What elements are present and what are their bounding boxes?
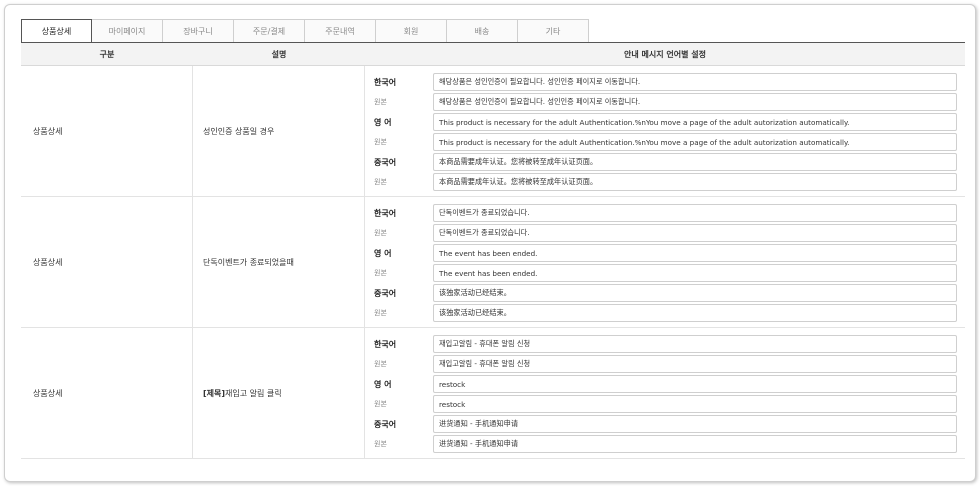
header-category: 구분 <box>99 49 115 59</box>
row-category: 상품상세 <box>21 197 193 327</box>
lang-label-english: 영 어 <box>374 248 392 258</box>
original-value-korean: 단독이벤트가 종료되었습니다. <box>433 224 957 242</box>
header-settings: 안내 메시지 언어별 설정 <box>624 49 706 59</box>
row-description: 단독이벤트가 종료되었을때 <box>193 197 365 327</box>
table-row: 상품상세 [제목] 재입고 알림 클릭 한국어 재입고알림 - 휴대폰 알림 신청… <box>21 328 965 459</box>
original-value-english: This product is necessary for the adult … <box>433 133 957 151</box>
message-input-chinese[interactable]: 该独家活动已经结束。 <box>433 284 957 302</box>
original-label: 원본 <box>374 440 387 448</box>
table-row: 상품상세 성인인증 상품일 경우 한국어해당상품은 성인인증이 필요합니다. 성… <box>21 66 965 197</box>
row-category: 상품상세 <box>21 328 193 458</box>
original-label: 원본 <box>374 360 387 368</box>
tab-order-payment[interactable]: 주문/결제 <box>234 19 305 43</box>
message-input-korean[interactable]: 단독이벤트가 종료되었습니다. <box>433 204 957 222</box>
original-label: 원본 <box>374 400 387 408</box>
message-input-chinese[interactable]: 本商品需要成年认证。您将被转至成年认证页面。 <box>433 153 957 171</box>
lang-label-english: 영 어 <box>374 117 392 127</box>
message-input-english[interactable]: restock <box>433 375 957 393</box>
lang-label-chinese: 중국어 <box>374 288 397 298</box>
original-label: 원본 <box>374 309 387 317</box>
original-label: 원본 <box>374 98 387 106</box>
row-description: [제목] 재입고 알림 클릭 <box>193 328 365 458</box>
row-category: 상품상세 <box>21 66 193 196</box>
lang-label-korean: 한국어 <box>374 77 397 87</box>
message-input-korean[interactable]: 재입고알림 - 휴대폰 알림 신청 <box>433 335 957 353</box>
original-label: 원본 <box>374 138 387 146</box>
original-label: 원본 <box>374 229 387 237</box>
original-label: 원본 <box>374 269 387 277</box>
lang-label-english: 영 어 <box>374 379 392 389</box>
message-input-english[interactable]: This product is necessary for the adult … <box>433 113 957 131</box>
window-frame: 상품상세 마이페이지 장바구니 주문/결제 주문내역 회원 배송 기타 구분 설… <box>4 4 976 482</box>
lang-label-chinese: 중국어 <box>374 157 397 167</box>
tab-delivery[interactable]: 배송 <box>447 19 518 43</box>
language-settings: 한국어 해당상품은 성인인증이 필요합니다. 성인인증 페이지로 이동합니다. 원… <box>365 66 965 196</box>
message-input-english[interactable]: The event has been ended. <box>433 244 957 262</box>
message-table: 상품상세 성인인증 상품일 경우 한국어해당상품은 성인인증이 필요합니다. 성… <box>21 66 965 459</box>
original-value-chinese: 本商品需要成年认证。您将被转至成年认证页面。 <box>433 173 957 191</box>
row-description: 성인인증 상품일 경우 <box>193 66 365 196</box>
tab-product-detail[interactable]: 상품상세 <box>21 19 92 43</box>
table-row: 상품상세 단독이벤트가 종료되었을때 한국어 단독이벤트가 종료되었습니다. 원본… <box>21 197 965 328</box>
lang-label-chinese: 중국어 <box>374 419 397 429</box>
original-value-korean: 재입고알림 - 휴대폰 알림 신청 <box>433 355 957 373</box>
description-text: 재입고 알림 클릭 <box>225 388 282 398</box>
table-header: 구분 설명 안내 메시지 언어별 설정 <box>21 43 965 66</box>
description-prefix: [제목] <box>203 388 226 398</box>
original-value-korean: 해당상품은 성인인증이 필요합니다. 성인인증 페이지로 이동합니다. <box>433 93 957 111</box>
tab-cart[interactable]: 장바구니 <box>163 19 234 43</box>
original-value-english: The event has been ended. <box>433 264 957 282</box>
lang-label-korean: 한국어 <box>374 208 397 218</box>
original-value-chinese: 该独家活动已经结束。 <box>433 304 957 322</box>
language-settings: 한국어 단독이벤트가 종료되었습니다. 원본 단독이벤트가 종료되었습니다. 영 어… <box>365 197 965 327</box>
original-label: 원본 <box>374 178 387 186</box>
header-description: 설명 <box>271 49 287 59</box>
tab-order-history[interactable]: 주문내역 <box>305 19 376 43</box>
tab-mypage[interactable]: 마이페이지 <box>92 19 163 43</box>
tab-bar: 상품상세 마이페이지 장바구니 주문/결제 주문내역 회원 배송 기타 <box>21 19 589 43</box>
tab-etc[interactable]: 기타 <box>518 19 589 43</box>
tab-member[interactable]: 회원 <box>376 19 447 43</box>
message-input-chinese[interactable]: 进货通知 - 手机通知申请 <box>433 415 957 433</box>
original-value-english: restock <box>433 395 957 413</box>
lang-label-korean: 한국어 <box>374 339 397 349</box>
message-input-korean[interactable]: 해당상품은 성인인증이 필요합니다. 성인인증 페이지로 이동합니다. <box>433 73 957 91</box>
original-value-chinese: 进货通知 - 手机通知申请 <box>433 435 957 453</box>
language-settings: 한국어 재입고알림 - 휴대폰 알림 신청 원본 재입고알림 - 휴대폰 알림 신청… <box>365 328 965 458</box>
